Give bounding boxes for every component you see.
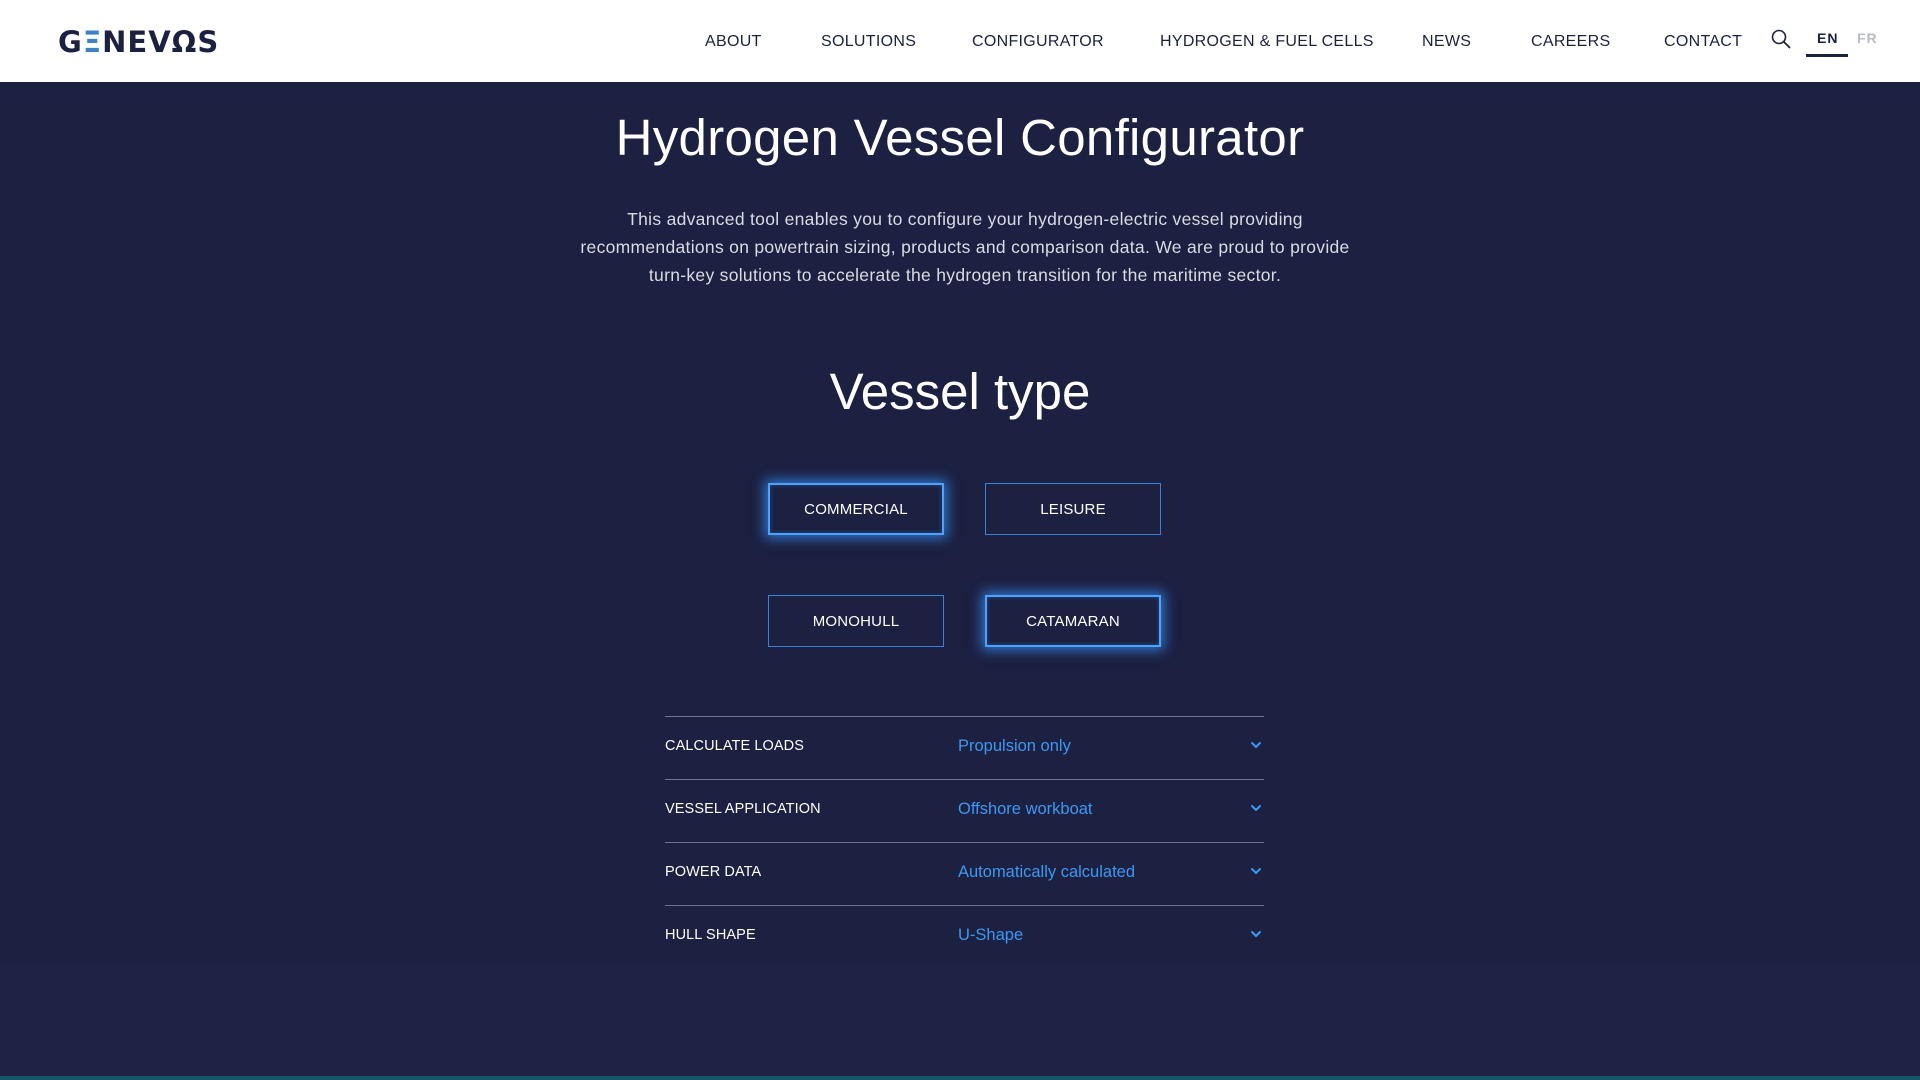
nav-item-news[interactable]: NEWS — [1422, 33, 1471, 51]
bottom-divider — [0, 1076, 1920, 1080]
chevron-down-icon[interactable] — [1250, 739, 1262, 751]
setting-value-dropdown[interactable]: Offshore workboat — [958, 800, 1093, 819]
nav-item-about[interactable]: ABOUT — [705, 33, 762, 51]
chevron-down-icon[interactable] — [1250, 928, 1262, 940]
language-fr[interactable]: FR — [1857, 30, 1878, 46]
leisure-button[interactable]: LEISURE — [985, 483, 1161, 535]
setting-row-calculate-loads[interactable]: CALCULATE LOADS Propulsion only — [665, 716, 1264, 779]
search-icon[interactable] — [1770, 28, 1792, 50]
setting-row-hull-shape[interactable]: HULL SHAPE U-Shape — [665, 905, 1264, 968]
setting-label: POWER DATA — [665, 864, 762, 880]
intro-line: recommendations on powertrain sizing, pr… — [580, 237, 1350, 257]
setting-row-vessel-application[interactable]: VESSEL APPLICATION Offshore workboat — [665, 779, 1264, 842]
setting-label: VESSEL APPLICATION — [665, 801, 821, 817]
intro-text: This advanced tool enables you to config… — [560, 205, 1370, 289]
intro-line: turn-key solutions to accelerate the hyd… — [648, 265, 1282, 285]
catamaran-button[interactable]: CATAMARAN — [985, 595, 1161, 647]
intro-line: This advanced tool enables you to config… — [627, 209, 1303, 229]
logo-text: GΞNEVΩS — [58, 25, 220, 59]
nav-item-careers[interactable]: CAREERS — [1531, 33, 1610, 51]
setting-label: CALCULATE LOADS — [665, 738, 805, 754]
setting-row-power-data[interactable]: POWER DATA Automatically calculated — [665, 842, 1264, 905]
genevos-logo[interactable]: GΞNEVΩS — [58, 25, 220, 59]
site-header: GΞNEVΩS ABOUT SOLUTIONS CONFIGURATOR HYD… — [0, 0, 1920, 82]
lower-section — [0, 963, 1920, 1075]
nav-item-contact[interactable]: CONTACT — [1664, 33, 1742, 51]
nav-item-configurator[interactable]: CONFIGURATOR — [972, 33, 1104, 51]
chevron-down-icon[interactable] — [1250, 802, 1262, 814]
setting-value-dropdown[interactable]: U-Shape — [958, 926, 1023, 945]
nav-item-solutions[interactable]: SOLUTIONS — [821, 33, 916, 51]
setting-value-dropdown[interactable]: Propulsion only — [958, 737, 1071, 756]
setting-value-dropdown[interactable]: Automatically calculated — [958, 863, 1135, 882]
configurator-settings: CALCULATE LOADS Propulsion only VESSEL A… — [665, 716, 1264, 968]
nav-item-hydrogen-fuel-cells[interactable]: HYDROGEN & FUEL CELLS — [1160, 33, 1374, 51]
commercial-button[interactable]: COMMERCIAL — [768, 483, 944, 535]
monohull-button[interactable]: MONOHULL — [768, 595, 944, 647]
vessel-type-title: Vessel type — [829, 363, 1091, 420]
active-language-underline — [1806, 54, 1848, 57]
chevron-down-icon[interactable] — [1250, 865, 1262, 877]
setting-label: HULL SHAPE — [665, 927, 756, 943]
page-title: Hydrogen Vessel Configurator — [615, 109, 1305, 166]
language-en[interactable]: EN — [1817, 30, 1838, 46]
